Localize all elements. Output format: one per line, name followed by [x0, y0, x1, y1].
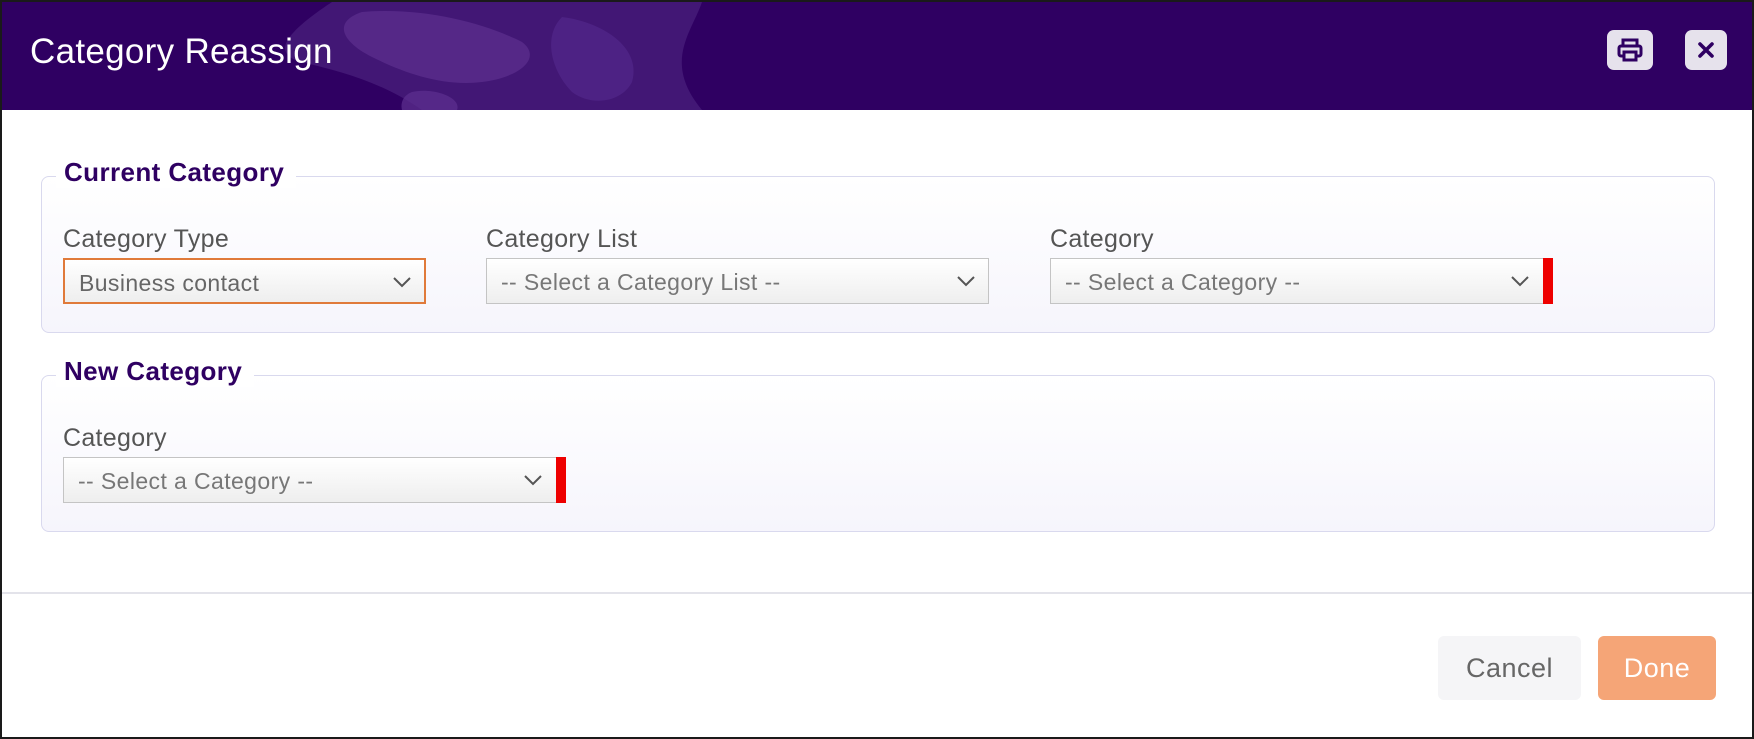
done-button[interactable]: Done	[1598, 636, 1716, 700]
current-category-placeholder: -- Select a Category --	[1065, 269, 1301, 295]
category-type-select[interactable]: Business contact	[63, 258, 426, 304]
category-list-select[interactable]: -- Select a Category List --	[486, 258, 989, 304]
footer-divider	[2, 592, 1752, 594]
current-category-label: Category	[1050, 225, 1154, 253]
current-category-title: Current Category	[56, 157, 297, 188]
chevron-down-icon	[957, 276, 975, 287]
category-list-placeholder: -- Select a Category List --	[501, 269, 781, 295]
category-list-label: Category List	[486, 225, 638, 253]
required-indicator	[1543, 258, 1553, 304]
chevron-down-icon	[1511, 276, 1529, 287]
category-type-value: Business contact	[79, 270, 260, 296]
close-button[interactable]	[1685, 30, 1727, 70]
required-indicator	[556, 457, 566, 503]
category-type-label: Category Type	[63, 225, 230, 253]
new-category-label: Category	[63, 424, 167, 452]
chevron-down-icon	[393, 277, 411, 288]
new-category-select[interactable]: -- Select a Category --	[63, 457, 566, 503]
new-category-group: New Category Category -- Select a Catego…	[41, 356, 1715, 532]
chevron-down-icon	[524, 475, 542, 486]
print-button[interactable]	[1607, 30, 1653, 70]
current-category-select[interactable]: -- Select a Category --	[1050, 258, 1553, 304]
new-category-title: New Category	[56, 356, 255, 387]
current-category-group: Current Category Category Type Business …	[41, 157, 1715, 333]
dialog-title: Category Reassign	[30, 32, 333, 71]
new-category-placeholder: -- Select a Category --	[78, 468, 314, 494]
category-reassign-dialog: Category Reassign Current Category Categ…	[0, 0, 1754, 739]
print-icon	[1617, 38, 1643, 62]
close-icon	[1698, 42, 1714, 58]
dialog-header: Category Reassign	[2, 2, 1752, 110]
cancel-button[interactable]: Cancel	[1438, 636, 1581, 700]
